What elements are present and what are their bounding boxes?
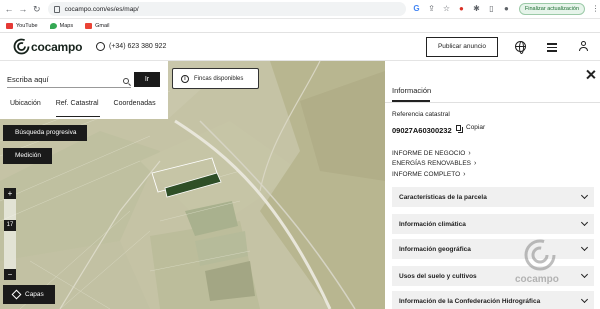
tab-informacion[interactable]: Información bbox=[392, 86, 431, 95]
ref-catastral-label: Referencia catastral bbox=[392, 111, 450, 118]
globe-icon[interactable] bbox=[515, 41, 526, 54]
back-icon[interactable]: ← bbox=[4, 4, 14, 15]
chevron-right-icon: › bbox=[468, 149, 471, 157]
logo-text: cocampo bbox=[31, 39, 83, 54]
zoom-out-button[interactable]: − bbox=[4, 269, 16, 280]
chevron-down-icon bbox=[580, 295, 589, 304]
section-geografica[interactable]: Información geográfica bbox=[392, 239, 594, 259]
menu-icon[interactable] bbox=[547, 41, 558, 52]
browser-address-bar: ← → ↻ cocampo.com/es/es/map/ G ⇪ ☆ ● ✱ ▯… bbox=[0, 0, 600, 19]
copy-icon bbox=[456, 124, 461, 131]
bookmark-youtube[interactable]: YouTube bbox=[6, 22, 38, 29]
tab-coordenadas[interactable]: Coordenadas bbox=[104, 97, 161, 119]
forward-icon[interactable]: → bbox=[18, 4, 28, 15]
publish-ad-button[interactable]: Publicar anuncio bbox=[426, 37, 498, 57]
share-icon[interactable]: ⇪ bbox=[427, 4, 436, 14]
chevron-down-icon bbox=[580, 191, 589, 200]
search-tabs: Ubicación Ref. Catastral Coordenadas bbox=[0, 97, 168, 119]
lock-icon bbox=[53, 5, 60, 13]
whatsapp-icon bbox=[96, 42, 105, 51]
zoom-level-handle[interactable]: 17 bbox=[4, 220, 16, 231]
phone-contact[interactable]: (+34) 623 380 922 bbox=[96, 42, 166, 51]
fincas-disponibles-button[interactable]: i Fincas disponibles bbox=[172, 68, 259, 89]
tab-ref-catastral[interactable]: Ref. Catastral bbox=[46, 97, 104, 119]
fincas-label: Fincas disponibles bbox=[194, 75, 244, 82]
google-icon[interactable]: G bbox=[412, 4, 421, 14]
layers-button[interactable]: Capas bbox=[3, 285, 55, 304]
more-menu-icon[interactable]: ⋮ bbox=[591, 4, 600, 14]
url-text: cocampo.com/es/es/map/ bbox=[64, 5, 139, 13]
search-panel: Escriba aquí Ir Ubicación Ref. Catastral… bbox=[0, 61, 168, 119]
site-header: cocampo (+34) 623 380 922 Publicar anunc… bbox=[0, 33, 600, 61]
user-icon[interactable] bbox=[579, 41, 590, 52]
bookmark-gmail[interactable]: Gmail bbox=[85, 22, 109, 29]
gmail-icon bbox=[85, 22, 93, 29]
measure-button[interactable]: Medición bbox=[3, 148, 52, 164]
tab-ubicacion[interactable]: Ubicación bbox=[0, 97, 46, 119]
chevron-down-icon bbox=[580, 243, 589, 252]
link-informe-negocio[interactable]: INFORME DE NEGOCIO › bbox=[392, 148, 476, 159]
watermark-text: cocampo bbox=[515, 274, 559, 285]
profile-icon[interactable]: ● bbox=[502, 4, 511, 14]
go-button[interactable]: Ir bbox=[134, 72, 160, 87]
update-browser-button[interactable]: Finalizar actualización bbox=[518, 3, 585, 15]
extensions-puzzle-icon[interactable]: ✱ bbox=[472, 4, 481, 14]
sidepanel-icon[interactable]: ▯ bbox=[487, 4, 496, 14]
section-usos-suelo[interactable]: Usos del suelo y cultivos bbox=[392, 266, 594, 286]
section-confederacion[interactable]: Información de la Confederación Hidrográ… bbox=[392, 291, 594, 309]
zoom-in-button[interactable]: + bbox=[4, 188, 16, 199]
info-icon: i bbox=[181, 74, 189, 83]
bookmarks-bar: YouTube Maps Gmail bbox=[0, 19, 600, 33]
search-input[interactable]: Escriba aquí bbox=[7, 72, 131, 88]
chevron-down-icon bbox=[580, 270, 589, 279]
report-links: INFORME DE NEGOCIO › ENERGÍAS RENOVABLES ›… bbox=[392, 148, 476, 180]
chevron-down-icon bbox=[580, 218, 589, 227]
progressive-search-button[interactable]: Búsqueda progresiva bbox=[3, 125, 87, 141]
maps-icon bbox=[49, 22, 57, 29]
phone-number: (+34) 623 380 922 bbox=[109, 43, 167, 50]
zoom-slider[interactable]: 17 bbox=[4, 199, 16, 269]
bookmark-star-icon[interactable]: ☆ bbox=[442, 4, 451, 14]
cocampo-logo[interactable]: cocampo bbox=[13, 38, 82, 55]
link-energias-renovables[interactable]: ENERGÍAS RENOVABLES › bbox=[392, 159, 476, 170]
chevron-right-icon: › bbox=[474, 160, 477, 168]
section-climatica[interactable]: Información climática bbox=[392, 214, 594, 234]
copy-label: Copiar bbox=[466, 124, 486, 131]
close-icon[interactable] bbox=[586, 70, 596, 80]
url-field[interactable]: cocampo.com/es/es/map/ bbox=[47, 2, 406, 16]
section-caracteristicas[interactable]: Características de la parcela bbox=[392, 187, 594, 207]
search-icon[interactable] bbox=[123, 78, 129, 84]
ref-catastral-value: 09027A60300232 bbox=[392, 126, 452, 135]
extension-badge-icon[interactable]: ● bbox=[457, 4, 466, 14]
copy-button[interactable]: Copiar bbox=[456, 124, 485, 131]
divider bbox=[385, 102, 600, 103]
info-panel: Información Referencia catastral 09027A6… bbox=[385, 61, 600, 309]
zoom-control: + 17 − bbox=[4, 188, 16, 280]
link-informe-completo[interactable]: INFORME COMPLETO › bbox=[392, 169, 476, 180]
bookmark-maps[interactable]: Maps bbox=[49, 22, 73, 29]
youtube-icon bbox=[6, 22, 13, 29]
cocampo-logo-icon bbox=[13, 38, 30, 55]
layers-icon bbox=[11, 289, 22, 300]
layers-label: Capas bbox=[25, 291, 44, 298]
chevron-right-icon: › bbox=[463, 170, 466, 178]
reload-icon[interactable]: ↻ bbox=[32, 4, 42, 15]
